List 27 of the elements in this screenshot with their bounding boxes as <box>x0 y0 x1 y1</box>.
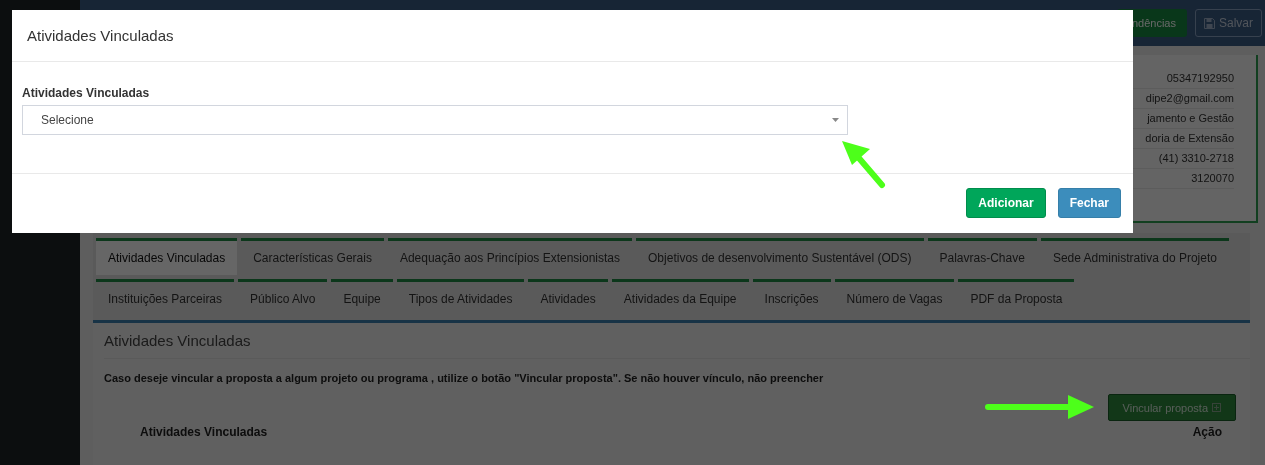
modal-title: Atividades Vinculadas <box>12 10 1133 62</box>
tab[interactable]: Instituições Parceiras <box>96 279 235 316</box>
section-title: Atividades Vinculadas <box>104 323 1250 359</box>
tab[interactable]: Atividades Vinculadas <box>96 238 238 275</box>
tab[interactable]: Tipos de Atividades <box>396 279 525 316</box>
instruction-text: Caso deseje vincular a proposta a algum projeto ou programa , utilize o botão "Vincular proposta". Se não houver vínculo, não preencher <box>104 371 825 384</box>
close-button[interactable]: Fechar <box>1057 188 1121 218</box>
tab[interactable]: Palavras-Chave <box>927 238 1037 275</box>
column-header: Ação <box>1192 425 1222 439</box>
tab[interactable]: Equipe <box>331 279 393 316</box>
tab[interactable]: Número de Vagas <box>834 279 955 316</box>
plus-square-icon <box>1212 403 1221 412</box>
tab[interactable]: Adequação aos Princípios Extensionistas <box>387 238 633 275</box>
tab[interactable]: Atividades <box>528 279 608 316</box>
tab[interactable]: PDF da Proposta <box>958 279 1075 316</box>
add-button[interactable]: Adicionar <box>966 188 1046 218</box>
link-proposal-button[interactable]: Vincular proposta <box>1107 394 1236 421</box>
tab[interactable]: Inscrições <box>752 279 831 316</box>
tab[interactable]: Público Alvo <box>238 279 328 316</box>
tab[interactable]: Objetivos de desenvolvimento Sustentável (ODS) <box>636 238 924 275</box>
column-header: Atividades Vinculadas <box>140 425 268 439</box>
select-field[interactable]: Selecione <box>22 105 848 135</box>
tab[interactable]: Características Gerais <box>241 238 384 275</box>
caret-icon <box>832 118 839 122</box>
field-label: Atividades Vinculadas <box>22 86 151 100</box>
tab[interactable]: Atividades da Equipe <box>611 279 749 316</box>
tab[interactable]: Sede Administrativa do Projeto <box>1040 238 1229 275</box>
